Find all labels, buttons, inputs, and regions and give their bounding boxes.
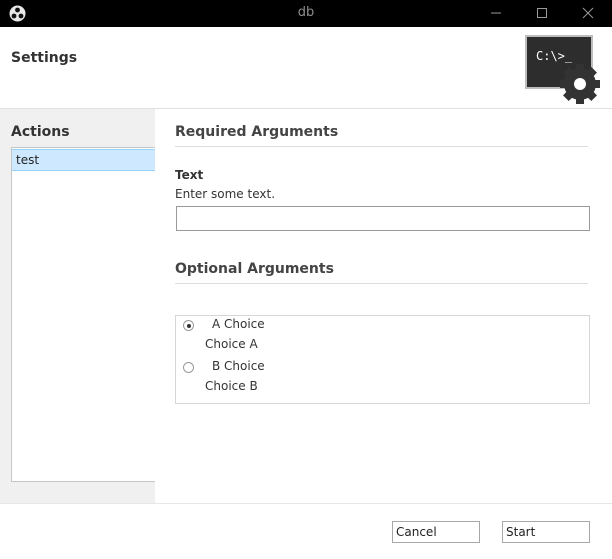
svg-text:C:\>_: C:\>_ — [536, 49, 573, 63]
choice-a-option[interactable]: A Choice Choice A — [176, 316, 589, 356]
actions-sidebar: Actions test — [0, 109, 155, 503]
start-button[interactable]: Start — [502, 521, 590, 543]
minimize-icon — [491, 12, 501, 14]
maximize-button[interactable] — [519, 0, 565, 27]
required-arguments-heading: Required Arguments — [175, 124, 588, 147]
footer-bar: Cancel Start — [0, 503, 612, 559]
choice-a-description: Choice A — [205, 337, 258, 351]
title-bar: db — [0, 0, 612, 27]
choice-b-option[interactable]: B Choice Choice B — [176, 358, 589, 398]
actions-heading: Actions — [11, 124, 70, 140]
choice-a-label: A Choice — [212, 317, 265, 331]
maximize-icon — [537, 8, 547, 18]
text-field-label: Text — [175, 168, 204, 182]
terminal-gear-icon: C:\>_ — [525, 35, 600, 104]
close-icon — [582, 7, 594, 19]
cancel-button[interactable]: Cancel — [392, 521, 480, 543]
choice-b-label: B Choice — [212, 359, 265, 373]
radio-button-unchecked[interactable] — [183, 362, 194, 373]
arguments-panel: Required Arguments Text Enter some text.… — [155, 109, 612, 503]
text-field-help: Enter some text. — [175, 187, 276, 201]
radio-button-checked[interactable] — [183, 320, 194, 331]
minimize-button[interactable] — [473, 0, 519, 27]
action-item-test[interactable]: test — [12, 149, 155, 171]
optional-arguments-heading: Optional Arguments — [175, 261, 588, 284]
choice-b-description: Choice B — [205, 379, 258, 393]
actions-list[interactable]: test — [11, 147, 155, 482]
choice-group: A Choice Choice A B Choice Choice B — [175, 315, 590, 404]
settings-header: Settings C:\>_ — [0, 27, 612, 109]
close-button[interactable] — [565, 0, 611, 27]
text-input[interactable] — [176, 206, 590, 231]
page-title: Settings — [11, 50, 78, 66]
